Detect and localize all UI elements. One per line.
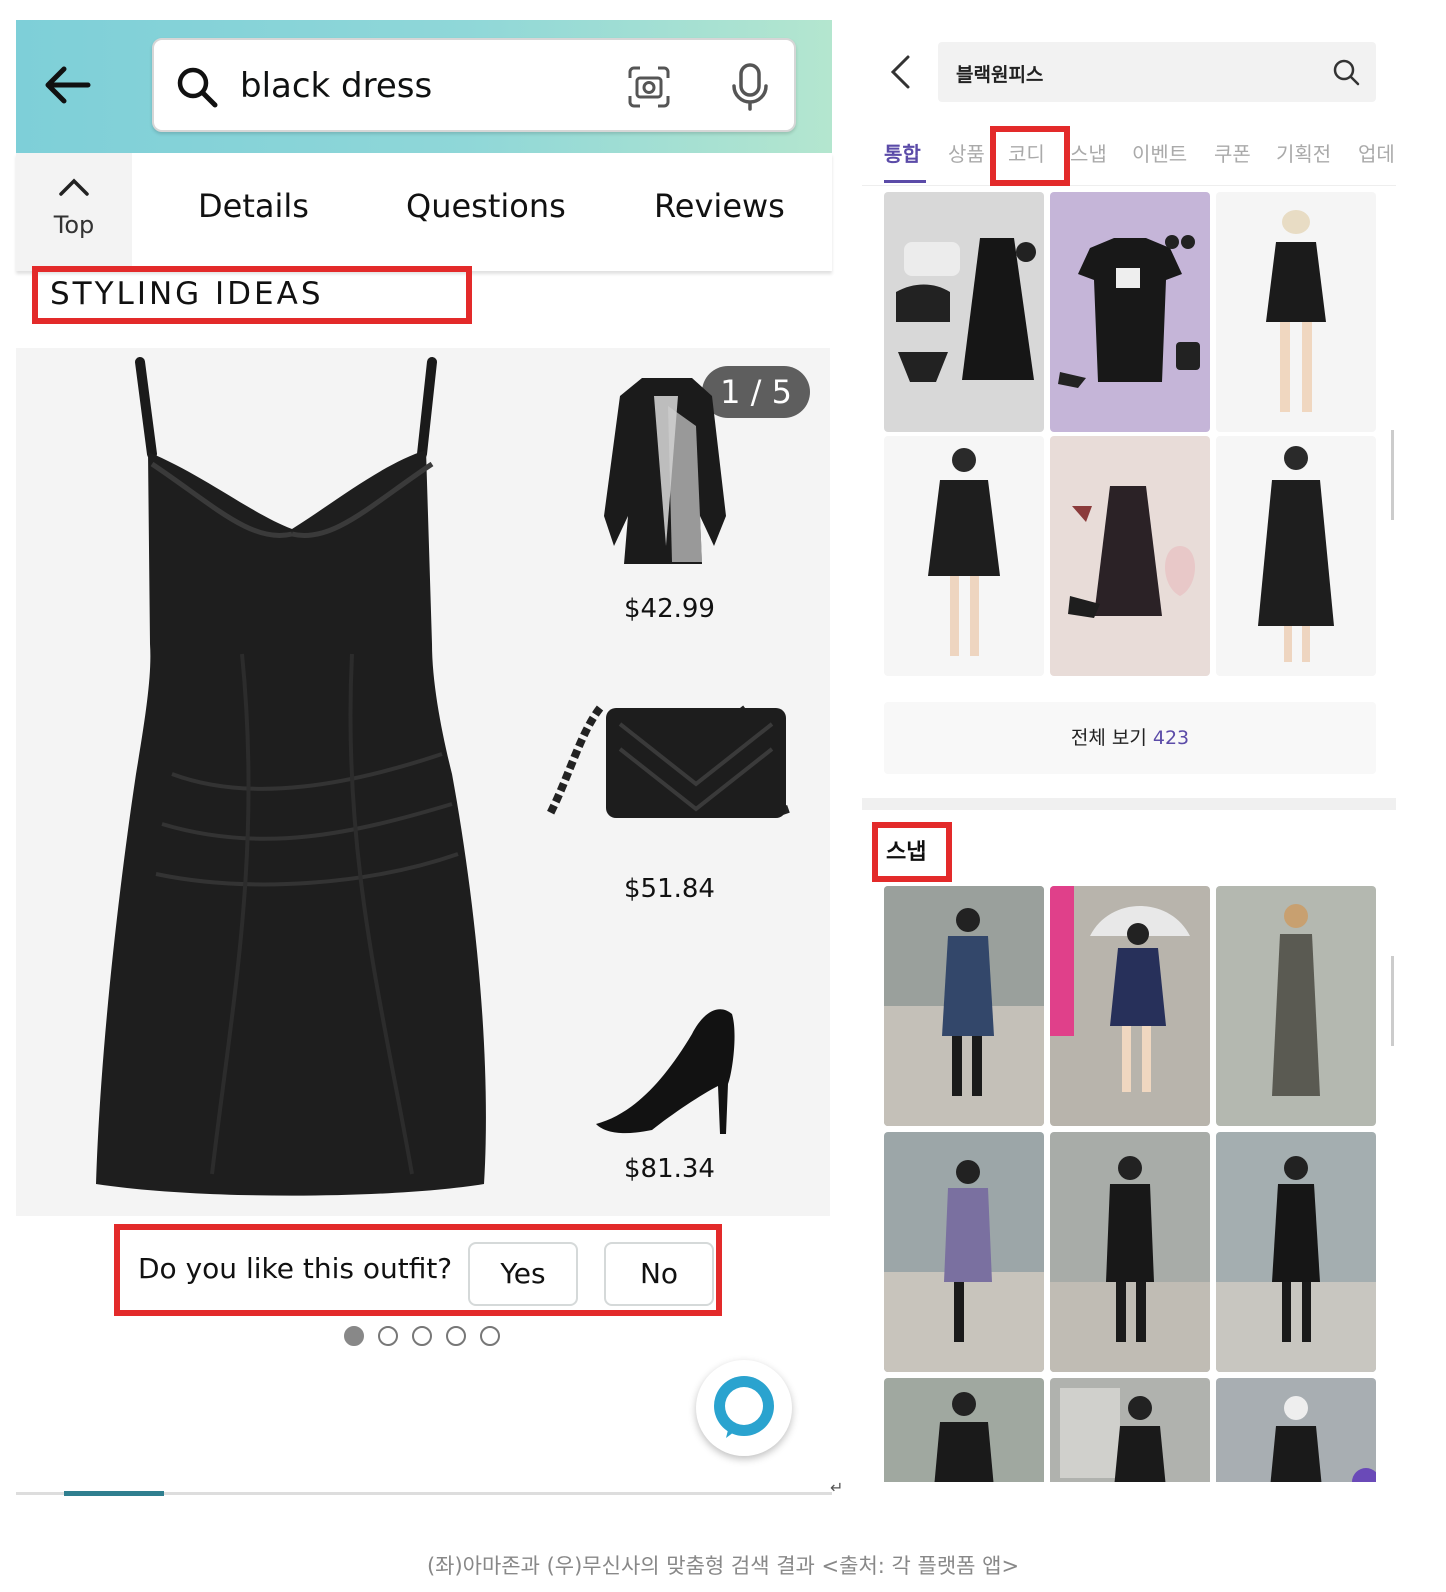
microphone-icon[interactable] bbox=[728, 62, 772, 112]
snap-section-title: 스냅 bbox=[886, 840, 927, 865]
image-caption: (좌)아마존과 (우)무신사의 맞춤형 검색 결과 <출처: 각 플랫폼 앱> bbox=[426, 1554, 1020, 1578]
feedback-question: Do you like this outfit? bbox=[138, 1252, 453, 1285]
coordi-item[interactable] bbox=[1050, 436, 1210, 676]
coordi-item[interactable] bbox=[1216, 436, 1376, 676]
tab-integrated[interactable]: 통합 bbox=[884, 138, 921, 167]
model-image bbox=[1258, 446, 1334, 662]
outfit-carousel[interactable]: 1 / 5 $42.99 $51.84 $81.34 bbox=[16, 348, 830, 1216]
heels-image[interactable] bbox=[592, 994, 742, 1144]
street-snap-image bbox=[1060, 1388, 1166, 1482]
highlight-box-coordi-tab bbox=[990, 126, 1070, 186]
snap-item[interactable] bbox=[1050, 1378, 1210, 1482]
musinsa-screen: 블랙원피스 통합 상품 코디 스냅 이벤트 쿠폰 기획전 업데 전체 보기 42… bbox=[862, 20, 1396, 1482]
snap-item[interactable] bbox=[1216, 1132, 1376, 1372]
coordi-item[interactable] bbox=[884, 192, 1044, 432]
snap-item[interactable] bbox=[1050, 886, 1210, 1126]
chevron-up-icon bbox=[59, 178, 89, 196]
view-all-label: 전체 보기 bbox=[1070, 727, 1147, 749]
section-divider bbox=[862, 798, 1396, 810]
no-button[interactable]: No bbox=[604, 1242, 714, 1306]
pagination-dot[interactable] bbox=[412, 1326, 432, 1346]
outfit-flatlay-image bbox=[896, 238, 1036, 382]
street-snap-image bbox=[884, 1160, 1044, 1372]
snap-item[interactable] bbox=[884, 886, 1044, 1126]
coordi-item[interactable] bbox=[1216, 192, 1376, 432]
coat-image[interactable] bbox=[602, 366, 732, 576]
snap-item[interactable] bbox=[1216, 886, 1376, 1126]
search-icon[interactable] bbox=[1332, 58, 1360, 86]
return-icon: ↵ bbox=[830, 1478, 844, 1497]
tab-reviews[interactable]: Reviews bbox=[654, 187, 785, 225]
model-image bbox=[1266, 210, 1326, 412]
pagination-dot[interactable] bbox=[378, 1326, 398, 1346]
street-snap-image bbox=[1270, 1396, 1376, 1482]
outfit-flatlay-image bbox=[1068, 486, 1195, 618]
scroll-thumb[interactable] bbox=[64, 1491, 164, 1496]
handbag-image[interactable] bbox=[540, 694, 790, 834]
tab-update[interactable]: 업데 bbox=[1358, 138, 1395, 167]
street-snap-image bbox=[1050, 1156, 1210, 1372]
street-snap-image bbox=[1216, 1156, 1376, 1372]
view-all-count: 423 bbox=[1152, 727, 1190, 749]
search-query: black dress bbox=[240, 66, 433, 106]
scroll-indicator bbox=[1391, 430, 1394, 520]
snap-item[interactable] bbox=[884, 1378, 1044, 1482]
search-icon bbox=[177, 67, 218, 108]
view-all-button[interactable]: 전체 보기 423 bbox=[884, 702, 1376, 774]
pagination-dot[interactable] bbox=[480, 1326, 500, 1346]
amazon-screen: black dress Top Details Questions Review… bbox=[16, 20, 832, 1530]
alexa-icon bbox=[714, 1376, 774, 1438]
model-image bbox=[928, 448, 1000, 656]
camera-scan-icon[interactable] bbox=[626, 64, 672, 110]
tab-questions[interactable]: Questions bbox=[406, 187, 566, 225]
street-snap-image bbox=[1050, 886, 1190, 1092]
top-button[interactable]: Top bbox=[16, 153, 132, 271]
snap-item[interactable] bbox=[884, 1132, 1044, 1372]
street-snap-image bbox=[1272, 904, 1320, 1096]
search-input[interactable]: 블랙원피스 bbox=[938, 42, 1376, 102]
tab-details[interactable]: Details bbox=[198, 187, 309, 225]
tab-event[interactable]: 이벤트 bbox=[1132, 138, 1187, 167]
coat-price: $42.99 bbox=[624, 594, 715, 624]
outfit-flatlay-image bbox=[1058, 235, 1200, 388]
pagination-dot[interactable] bbox=[344, 1326, 364, 1346]
tab-exhibition[interactable]: 기획전 bbox=[1276, 138, 1331, 167]
snap-item[interactable] bbox=[1216, 1378, 1376, 1482]
section-title: STYLING IDEAS bbox=[50, 276, 324, 312]
handbag-price: $51.84 bbox=[624, 874, 715, 904]
tab-snap[interactable]: 스냅 bbox=[1070, 138, 1107, 167]
back-arrow-icon bbox=[45, 66, 91, 104]
yes-button[interactable]: Yes bbox=[468, 1242, 578, 1306]
coordi-item[interactable] bbox=[884, 436, 1044, 676]
street-snap-image bbox=[934, 1392, 994, 1482]
tab-coupon[interactable]: 쿠폰 bbox=[1214, 138, 1251, 167]
black-dress-image[interactable] bbox=[92, 354, 492, 1204]
heels-price: $81.34 bbox=[624, 1154, 715, 1184]
search-query: 블랙원피스 bbox=[956, 64, 1044, 86]
coordi-item[interactable] bbox=[1050, 192, 1210, 432]
street-snap-image bbox=[884, 886, 1044, 1126]
outfit-feedback: Do you like this outfit? Yes No bbox=[122, 1232, 722, 1312]
back-button[interactable] bbox=[38, 60, 98, 110]
tab-products[interactable]: 상품 bbox=[948, 138, 985, 167]
snap-item[interactable] bbox=[1050, 1132, 1210, 1372]
scroll-indicator bbox=[1391, 956, 1394, 1046]
product-nav-bar: Top Details Questions Reviews bbox=[16, 153, 832, 271]
alexa-button[interactable] bbox=[696, 1360, 792, 1456]
top-label: Top bbox=[53, 211, 95, 239]
search-input[interactable]: black dress bbox=[152, 38, 796, 132]
amazon-header: black dress bbox=[16, 20, 832, 153]
back-chevron-icon[interactable] bbox=[888, 54, 912, 90]
active-tab-indicator bbox=[884, 180, 926, 183]
search-tabs: 통합 상품 코디 스냅 이벤트 쿠폰 기획전 업데 bbox=[862, 128, 1396, 186]
pagination-dot[interactable] bbox=[446, 1326, 466, 1346]
